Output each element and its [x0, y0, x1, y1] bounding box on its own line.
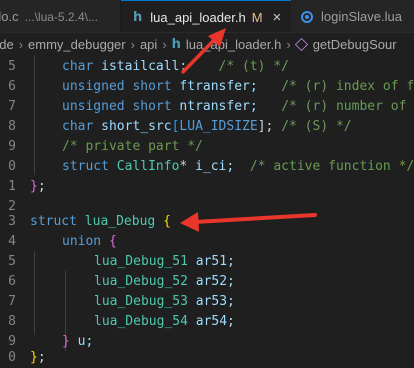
editor-tab-bar: do.c ...\lua-5.2.4\... h lua_api_loader.…: [0, 0, 414, 33]
lua-file-icon: [301, 10, 313, 23]
code-bracket: }: [30, 179, 38, 194]
chevron-right-icon: ›: [162, 36, 167, 52]
code-line: lua_Debug_52 ar52;: [94, 272, 235, 292]
line-number: 7: [8, 99, 16, 114]
c-header-file-icon: h: [171, 36, 181, 52]
code-line: struct lua_Debug {: [30, 212, 171, 232]
code-identifier: ar53;: [195, 294, 235, 309]
code-keyword: struct: [30, 214, 77, 229]
code-editor[interactable]: 5 6 7 8 9 0 1 2 3 4 5 6 7 8 9 0 char ist…: [0, 55, 414, 368]
line-number: 9: [8, 139, 16, 154]
code-keyword: short: [132, 79, 172, 94]
code-type: lua_Debug_52: [94, 274, 188, 289]
code-punctuation: ;: [37, 179, 46, 194]
code-line: lua_Debug_53 ar53;: [94, 292, 235, 312]
code-type: lua_Debug_54: [94, 314, 188, 329]
line-number: 6: [8, 79, 16, 94]
tab-previous-file-path: ...\lua-5.2.4\...: [24, 9, 98, 24]
code-line: struct CallInfo* i_ci; /* active functio…: [62, 157, 414, 177]
line-number: 0: [8, 159, 16, 174]
code-identifier: short_src: [101, 119, 172, 134]
line-number: 8: [8, 119, 16, 134]
code-line: } u;: [62, 332, 93, 352]
code-type: lua_Debug_53: [94, 294, 188, 309]
breadcrumb-item[interactable]: ude: [0, 37, 14, 52]
code-comment: /* (t) */: [218, 59, 289, 74]
code-bracket: }: [30, 350, 38, 365]
code-bracket: }: [62, 334, 70, 349]
code-identifier: ar51;: [195, 254, 235, 269]
code-constant: LUA_IDSIZE: [179, 119, 258, 134]
code-keyword: struct: [62, 159, 109, 174]
chevron-right-icon: ›: [18, 36, 24, 52]
code-bracket: {: [108, 234, 117, 249]
code-line: union {: [62, 232, 117, 252]
line-number: 4: [8, 234, 16, 249]
code-identifier: ar52;: [195, 274, 235, 289]
code-type: lua_Debug: [84, 214, 156, 229]
code-keyword: union: [62, 234, 102, 249]
chevron-right-icon: ›: [130, 36, 135, 52]
line-number: 8: [8, 314, 16, 329]
line-number: 0: [8, 350, 16, 365]
breadcrumb-item[interactable]: emmy_debugger: [28, 37, 126, 52]
code-line: };: [30, 348, 46, 368]
c-header-file-icon: h: [133, 9, 143, 25]
code-line: lua_Debug_54 ar54;: [94, 312, 235, 332]
close-tab-icon[interactable]: ×: [273, 9, 282, 26]
code-comment: /* private part */: [62, 139, 203, 154]
tab-login-slave[interactable]: loginSlave.lua: [291, 0, 408, 32]
tab-lua-api-loader-label: lua_api_loader.h: [150, 9, 246, 25]
breadcrumb: ude › emmy_debugger › api › h lua_api_lo…: [0, 33, 414, 55]
code-comment: /* active function */: [249, 159, 414, 174]
code-type: lua_Debug_51: [94, 254, 188, 269]
code-keyword: short: [132, 99, 172, 114]
symbol-method-icon: [294, 37, 308, 51]
code-bracket: {: [163, 214, 171, 229]
code-comment: /* (S) */: [281, 119, 352, 134]
code-line: };: [30, 177, 46, 197]
code-comment: /* (r) index of fi: [281, 79, 414, 94]
code-line: char istailcall; /* (t) */: [62, 57, 289, 77]
line-number: 3: [8, 214, 16, 229]
code-identifier: u;: [77, 334, 94, 349]
code-identifier: ftransfer;: [179, 79, 258, 94]
line-number: 7: [8, 294, 16, 309]
line-number: 5: [8, 59, 16, 74]
code-comment: /* (r) number of t: [281, 99, 414, 114]
modified-indicator: M: [251, 9, 263, 25]
line-number: 5: [8, 254, 16, 269]
indent-guide: [34, 55, 35, 175]
tab-previous-file[interactable]: do.c ...\lua-5.2.4\...: [0, 0, 121, 32]
breadcrumb-symbol[interactable]: getDebugSour: [313, 37, 397, 52]
code-identifier: ar54;: [195, 314, 235, 329]
breadcrumb-item[interactable]: api: [140, 37, 157, 52]
code-punctuation: ];: [257, 119, 274, 134]
code-keyword: unsigned: [62, 79, 125, 94]
code-identifier: ntransfer;: [179, 99, 258, 114]
line-number-gutter: 5 6 7 8 9 0 1 2 3 4 5 6 7 8 9 0: [0, 55, 18, 368]
code-line: /* private part */: [62, 137, 203, 157]
code-identifier: i_ci;: [195, 159, 235, 174]
code-line: lua_Debug_51 ar51;: [94, 252, 235, 272]
code-line: unsigned short ftransfer; /* (r) index o…: [62, 77, 414, 97]
code-identifier: istailcall;: [101, 59, 188, 74]
breadcrumb-file[interactable]: lua_api_loader.h: [186, 37, 281, 52]
code-line: unsigned short ntransfer; /* (r) number …: [62, 97, 414, 117]
code-keyword: char: [62, 59, 94, 74]
code-keyword: unsigned: [62, 99, 125, 114]
code-punctuation: *: [179, 159, 196, 174]
code-line: char short_src[LUA_IDSIZE]; /* (S) */: [62, 117, 352, 137]
code-type: CallInfo: [116, 159, 180, 174]
tab-previous-file-label: do.c: [0, 9, 19, 24]
tab-login-slave-label: loginSlave.lua: [321, 9, 402, 24]
tab-lua-api-loader[interactable]: h lua_api_loader.h M ×: [121, 0, 291, 32]
chevron-right-icon: ›: [286, 36, 291, 52]
code-keyword: char: [62, 119, 94, 134]
line-number: 1: [8, 179, 16, 194]
indent-guide: [34, 251, 35, 335]
line-number: 6: [8, 274, 16, 289]
code-punctuation: ;: [37, 350, 46, 365]
